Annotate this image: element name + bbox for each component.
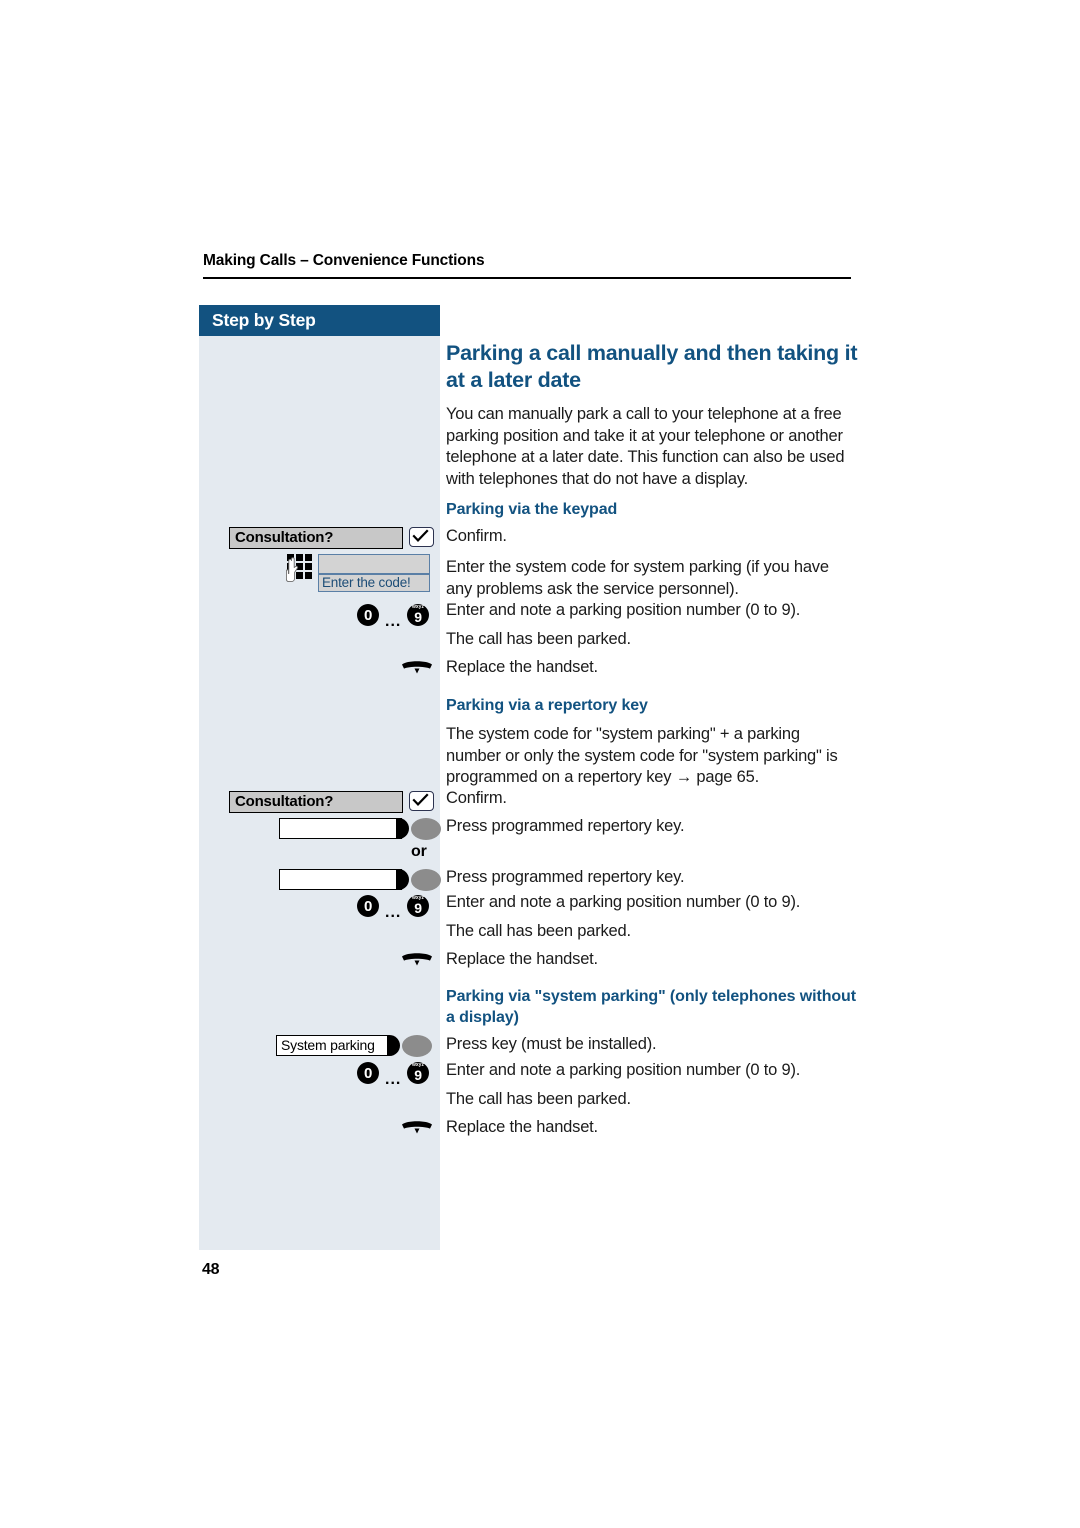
step-text: Press programmed repertory key.: [446, 817, 685, 835]
system-parking-key-lamp[interactable]: [402, 1035, 432, 1057]
step-text: Press key (must be installed).: [446, 1035, 657, 1053]
intro-paragraph-text: You can manually park a call to your tel…: [446, 405, 845, 488]
step-text: Replace the handset.: [446, 950, 598, 968]
step-call-parked-2: The call has been parked.: [446, 921, 858, 943]
display-line-blank: [318, 554, 430, 574]
intro-paragraph: You can manually park a call to your tel…: [446, 404, 858, 490]
digit-key-0[interactable]: 0: [357, 895, 379, 917]
section-heading-repertory: Parking via a repertory key: [446, 695, 858, 716]
step-text: The call has been parked.: [446, 1090, 631, 1108]
step-text: Replace the handset.: [446, 1118, 598, 1136]
step-press-repertory-key-1: Press programmed repertory key.: [446, 816, 858, 838]
step-confirm-keypad: Confirm.: [446, 526, 858, 548]
step-replace-handset-3: Replace the handset.: [446, 1117, 858, 1139]
digit-key-9-letters: wxyz: [412, 895, 424, 901]
page-number: 48: [202, 1261, 220, 1278]
repertory-key-2[interactable]: [279, 869, 402, 890]
step-enter-system-code: Enter the system code for system parking…: [446, 557, 858, 600]
or-separator: or: [411, 843, 427, 860]
step-replace-handset-2: Replace the handset.: [446, 949, 858, 971]
section-heading-system-parking: Parking via "system parking" (only telep…: [446, 986, 858, 1028]
digit-key-9[interactable]: wxyz 9: [407, 895, 429, 917]
digit-key-0[interactable]: 0: [357, 1062, 379, 1084]
step-call-parked-1: The call has been parked.: [446, 629, 858, 651]
confirm-tick-button-2[interactable]: [409, 791, 434, 811]
step-replace-handset-1: Replace the handset.: [446, 657, 858, 679]
section-heading-keypad: Parking via the keypad: [446, 499, 858, 520]
step-text: The call has been parked.: [446, 922, 631, 940]
digit-key-0[interactable]: 0: [357, 604, 379, 626]
step-text: Press programmed repertory key.: [446, 868, 685, 886]
digit-key-9[interactable]: wxyz 9: [407, 1062, 429, 1084]
step-text: Enter and note a parking position number…: [446, 601, 801, 619]
replace-handset-icon-1: [400, 659, 434, 677]
digit-key-9-letters: wxyz: [412, 604, 424, 610]
confirm-tick-button-1[interactable]: [409, 527, 434, 547]
step-confirm-repertory: Confirm.: [446, 788, 858, 810]
running-header: Making Calls – Convenience Functions: [203, 252, 485, 269]
digit-key-9-label: 9: [414, 1067, 422, 1083]
step-press-key-installed: Press key (must be installed).: [446, 1034, 858, 1056]
digit-key-9-letters: wxyz: [412, 1062, 424, 1068]
softkey-consultation-2[interactable]: Consultation?: [229, 791, 403, 813]
step-by-step-sidebar: Step by Step: [199, 305, 440, 1250]
step-enter-parking-position-3: Enter and note a parking position number…: [446, 1060, 858, 1082]
step-enter-parking-position-1: Enter and note a parking position number…: [446, 600, 858, 622]
replace-handset-icon-2: [400, 951, 434, 969]
range-ellipsis: ...: [385, 1071, 402, 1088]
replace-handset-icon-3: [400, 1119, 434, 1137]
digit-key-9-label: 9: [414, 609, 422, 625]
sidebar-title: Step by Step: [212, 310, 316, 330]
range-ellipsis: ...: [385, 904, 402, 921]
range-ellipsis: ...: [385, 613, 402, 630]
sidebar-title-bar: Step by Step: [199, 305, 440, 336]
step-text: The call has been parked.: [446, 630, 631, 648]
step-call-parked-3: The call has been parked.: [446, 1089, 858, 1111]
digit-key-9[interactable]: wxyz 9: [407, 604, 429, 626]
step-text: Enter and note a parking position number…: [446, 893, 801, 911]
keypad-icon: [285, 554, 316, 586]
repertory-intro-paragraph: The system code for "system parking" + a…: [446, 724, 858, 789]
softkey-consultation-1[interactable]: Consultation?: [229, 527, 403, 549]
page-title: Parking a call manually and then taking …: [446, 340, 858, 394]
section-heading-system-parking-text: Parking via "system parking" (only telep…: [446, 988, 856, 1026]
display-prompt-enter-code: Enter the code!: [318, 574, 430, 592]
repertory-key-1-lamp[interactable]: [411, 818, 441, 840]
step-text: Replace the handset.: [446, 658, 598, 676]
step-text: Enter the system code for system parking…: [446, 558, 829, 598]
document-page: Making Calls – Convenience Functions Ste…: [0, 0, 1080, 1528]
page-title-text: Parking a call manually and then taking …: [446, 341, 858, 392]
system-parking-key[interactable]: System parking: [276, 1035, 389, 1056]
repertory-key-2-lamp[interactable]: [411, 869, 441, 891]
step-text: Confirm.: [446, 789, 507, 807]
step-text: Confirm.: [446, 527, 507, 545]
repertory-key-1[interactable]: [279, 818, 402, 839]
step-enter-parking-position-2: Enter and note a parking position number…: [446, 892, 858, 914]
digit-key-9-label: 9: [414, 900, 422, 916]
step-press-repertory-key-2: Press programmed repertory key.: [446, 867, 858, 889]
header-rule: [203, 277, 851, 279]
step-text: Enter and note a parking position number…: [446, 1061, 801, 1079]
section-heading-keypad-text: Parking via the keypad: [446, 501, 618, 518]
section-heading-repertory-text: Parking via a repertory key: [446, 697, 648, 714]
step-text: The system code for "system parking" + a…: [446, 725, 838, 787]
